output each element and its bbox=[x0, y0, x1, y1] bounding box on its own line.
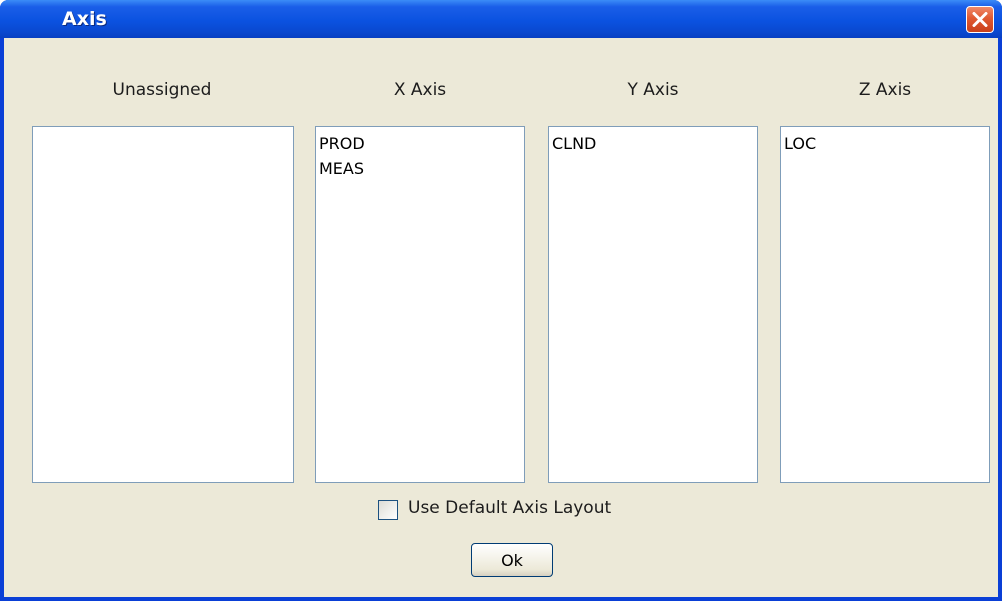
ok-button[interactable]: Ok bbox=[471, 543, 553, 577]
z-axis-label: Z Axis bbox=[858, 80, 912, 100]
x-axis-label: X Axis bbox=[393, 80, 447, 100]
x-axis-list[interactable]: PROD MEAS bbox=[315, 126, 525, 483]
window-title: Axis bbox=[62, 8, 107, 30]
z-axis-list[interactable]: LOC bbox=[780, 126, 990, 483]
list-item[interactable]: CLND bbox=[549, 131, 757, 156]
unassigned-label: Unassigned bbox=[112, 80, 212, 100]
dialog-body: Unassigned X Axis Y Axis Z Axis PROD MEAS… bbox=[4, 38, 998, 597]
list-item[interactable]: MEAS bbox=[316, 156, 524, 181]
axis-dialog: Axis Unassigned X Axis Y Axis Z Axis PRO… bbox=[0, 0, 1002, 601]
list-item[interactable]: PROD bbox=[316, 131, 524, 156]
default-layout-label: Use Default Axis Layout bbox=[408, 498, 612, 518]
title-bar[interactable]: Axis bbox=[0, 0, 1002, 38]
y-axis-label: Y Axis bbox=[627, 80, 679, 100]
default-layout-checkbox[interactable] bbox=[378, 500, 398, 520]
close-icon bbox=[972, 12, 988, 27]
list-item[interactable]: LOC bbox=[781, 131, 989, 156]
unassigned-list[interactable] bbox=[32, 126, 294, 483]
y-axis-list[interactable]: CLND bbox=[548, 126, 758, 483]
close-button[interactable] bbox=[966, 6, 994, 33]
